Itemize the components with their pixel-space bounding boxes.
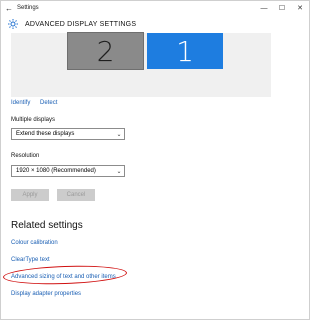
- related-settings-heading: Related settings: [11, 220, 83, 231]
- display-1-number: 1: [176, 34, 194, 68]
- colour-calibration-link[interactable]: Colour calibration: [11, 240, 58, 246]
- page-title: ADVANCED DISPLAY SETTINGS: [25, 20, 137, 28]
- multiple-displays-label: Multiple displays: [11, 117, 56, 123]
- red-highlight-ellipse: [2, 263, 128, 287]
- display-links: Identify Detect: [11, 100, 65, 106]
- identify-link[interactable]: Identify: [11, 100, 30, 106]
- resolution-value: 1920 × 1080 (Recommended): [16, 168, 96, 174]
- gear-icon: [5, 16, 21, 32]
- maximize-button[interactable]: ☐: [273, 4, 291, 12]
- chevron-down-icon: ⌄: [116, 131, 122, 138]
- cleartype-text-link[interactable]: ClearType text: [11, 257, 50, 263]
- back-arrow-icon[interactable]: ←: [1, 4, 17, 13]
- display-adapter-properties-link[interactable]: Display adapter properties: [11, 291, 81, 297]
- minimize-button[interactable]: —: [255, 5, 273, 12]
- display-2-number: 2: [96, 34, 115, 68]
- settings-window: ← Settings — ☐ ✕ ADVANCED DISPLAY SETTIN…: [0, 0, 310, 320]
- title-bar: ← Settings — ☐ ✕: [1, 1, 309, 15]
- page-header: ADVANCED DISPLAY SETTINGS: [1, 15, 309, 33]
- multiple-displays-dropdown[interactable]: Extend these displays ⌄: [11, 128, 125, 140]
- display-arrangement: 2 1: [11, 32, 271, 97]
- display-2-tile[interactable]: 2: [67, 32, 144, 70]
- cancel-button[interactable]: Cancel: [57, 189, 95, 201]
- apply-button[interactable]: Apply: [11, 189, 49, 201]
- detect-link[interactable]: Detect: [40, 100, 57, 106]
- resolution-label: Resolution: [11, 153, 40, 159]
- chevron-down-icon: ⌄: [116, 168, 122, 175]
- close-button[interactable]: ✕: [291, 4, 309, 12]
- display-1-tile[interactable]: 1: [147, 33, 223, 69]
- resolution-dropdown[interactable]: 1920 × 1080 (Recommended) ⌄: [11, 165, 125, 177]
- window-title: Settings: [17, 5, 39, 11]
- multiple-displays-value: Extend these displays: [16, 131, 75, 137]
